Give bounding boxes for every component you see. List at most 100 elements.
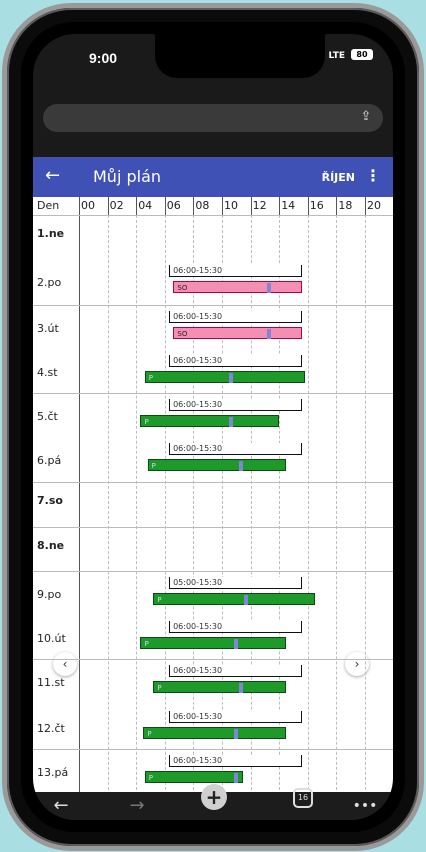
hour-gridline — [365, 215, 366, 792]
break-marker — [234, 639, 239, 649]
shift-bar[interactable]: P — [140, 415, 280, 427]
hour-gridline — [250, 215, 252, 792]
arrow-left-icon[interactable]: ← — [47, 792, 75, 820]
hour-divider — [136, 197, 138, 215]
break-marker — [267, 283, 272, 293]
notch — [155, 34, 325, 78]
row-separator — [33, 305, 393, 306]
arrow-left-icon[interactable]: ← — [45, 165, 60, 186]
shift-time-box[interactable]: 06:00-15:30 — [169, 355, 303, 367]
hour-label: 12 — [252, 199, 267, 212]
break-marker — [228, 373, 233, 383]
hour-label: 10 — [224, 199, 238, 212]
arrow-right-icon[interactable]: → — [123, 792, 151, 820]
day-label: 13.pá — [37, 766, 69, 779]
battery-icon: 80 — [351, 49, 373, 60]
hour-label: 04 — [138, 199, 153, 212]
day-label: 7.so — [37, 494, 63, 507]
shift-time-box[interactable]: 06:00-15:30 — [169, 265, 303, 277]
shift-bar[interactable]: P — [144, 771, 244, 783]
hour-divider — [336, 197, 338, 215]
row-separator — [33, 482, 393, 483]
break-marker — [228, 417, 233, 427]
hour-divider — [164, 197, 166, 215]
shift-time-box[interactable]: 06:00-15:30 — [169, 621, 303, 633]
hour-divider — [365, 197, 366, 215]
page-title: Můj plán — [93, 167, 162, 186]
row-separator — [33, 527, 393, 528]
day-label: 6.pá — [37, 454, 62, 467]
shift-bar[interactable]: P — [143, 727, 287, 739]
hour-label: 20 — [367, 199, 381, 212]
schedule-grid: Den 000204060810121416182022 ‹ › 1.ne2.p… — [33, 197, 393, 792]
hour-label: 14 — [281, 199, 296, 212]
row-separator — [33, 659, 393, 660]
status-time: 9:00 — [89, 50, 118, 66]
hour-gridline — [222, 215, 223, 792]
shift-bar[interactable]: P — [153, 681, 287, 693]
hour-label: 16 — [309, 199, 324, 212]
day-label: 3.út — [37, 322, 59, 335]
plus-icon[interactable]: + — [201, 784, 227, 810]
shift-time-box[interactable]: 06:00-15:30 — [169, 711, 303, 723]
hour-gridline — [136, 215, 138, 792]
row-separator — [33, 393, 393, 394]
share-icon[interactable]: ⇪ — [359, 110, 373, 124]
shift-bar[interactable]: SO — [173, 327, 303, 339]
break-marker — [234, 773, 239, 783]
hour-label: 06 — [166, 199, 181, 212]
day-label: 12.čt — [37, 722, 65, 735]
shift-time-box[interactable]: 06:00-15:30 — [169, 665, 303, 677]
shift-time-box[interactable]: 06:00-15:30 — [169, 443, 303, 455]
prev-week-button[interactable]: ‹ — [53, 652, 77, 676]
hour-label: 18 — [338, 199, 353, 212]
shift-bar[interactable]: P — [153, 593, 315, 605]
break-marker — [238, 461, 243, 471]
hour-divider — [279, 197, 281, 215]
row-separator — [33, 571, 393, 572]
screen: 9:00 LTE 80 ⇪ ← Můj plán ŘÍJEN ⋮ Den 00 0… — [33, 34, 393, 820]
status-bar: 9:00 LTE 80 — [33, 34, 393, 82]
shift-code: P — [144, 418, 149, 426]
more-horiz-icon[interactable]: ••• — [351, 792, 379, 820]
shift-bar[interactable]: P — [147, 459, 287, 471]
shift-code: P — [148, 374, 153, 382]
phone-bezel: 9:00 LTE 80 ⇪ ← Můj plán ŘÍJEN ⋮ Den 00 0… — [21, 22, 405, 832]
shift-bar[interactable]: SO — [173, 281, 303, 293]
tabs-count-button[interactable]: 16 — [293, 788, 313, 808]
day-label: 5.čt — [37, 410, 58, 423]
hour-divider — [107, 197, 109, 215]
hour-gridline — [279, 215, 281, 792]
hour-gridline — [164, 215, 166, 792]
hour-divider — [250, 197, 252, 215]
hour-gridline — [336, 215, 338, 792]
shift-time-box[interactable]: 06:00-15:30 — [169, 755, 303, 767]
url-bar[interactable]: ⇪ — [43, 104, 383, 132]
hour-label: 00 — [81, 199, 95, 212]
shift-bar[interactable]: P — [144, 371, 305, 383]
hour-divider — [193, 197, 195, 215]
more-vert-icon[interactable]: ⋮ — [365, 166, 381, 185]
break-marker — [238, 683, 243, 693]
shift-bar[interactable]: P — [140, 637, 287, 649]
month-selector[interactable]: ŘÍJEN — [322, 171, 355, 184]
break-marker — [234, 729, 239, 739]
shift-code: P — [147, 730, 152, 738]
hour-header: Den 000204060810121416182022 — [33, 197, 393, 216]
day-label: 9.po — [37, 588, 62, 601]
network-indicator: LTE — [328, 51, 345, 61]
day-label: 4.st — [37, 366, 58, 379]
shift-time-box[interactable]: 06:00-15:30 — [169, 311, 303, 323]
shift-code: P — [148, 774, 153, 782]
shift-time-box[interactable]: 05:00-15:30 — [169, 577, 303, 589]
break-marker — [267, 329, 272, 339]
row-separator — [33, 749, 393, 750]
hour-gridline — [107, 215, 109, 792]
day-label: 2.po — [37, 276, 62, 289]
break-marker — [244, 595, 249, 605]
shift-code: P — [144, 640, 149, 648]
day-label: 1.ne — [37, 227, 65, 240]
day-column-header: Den — [37, 199, 60, 212]
hour-gridline — [307, 215, 309, 792]
shift-time-box[interactable]: 06:00-15:30 — [169, 399, 303, 411]
